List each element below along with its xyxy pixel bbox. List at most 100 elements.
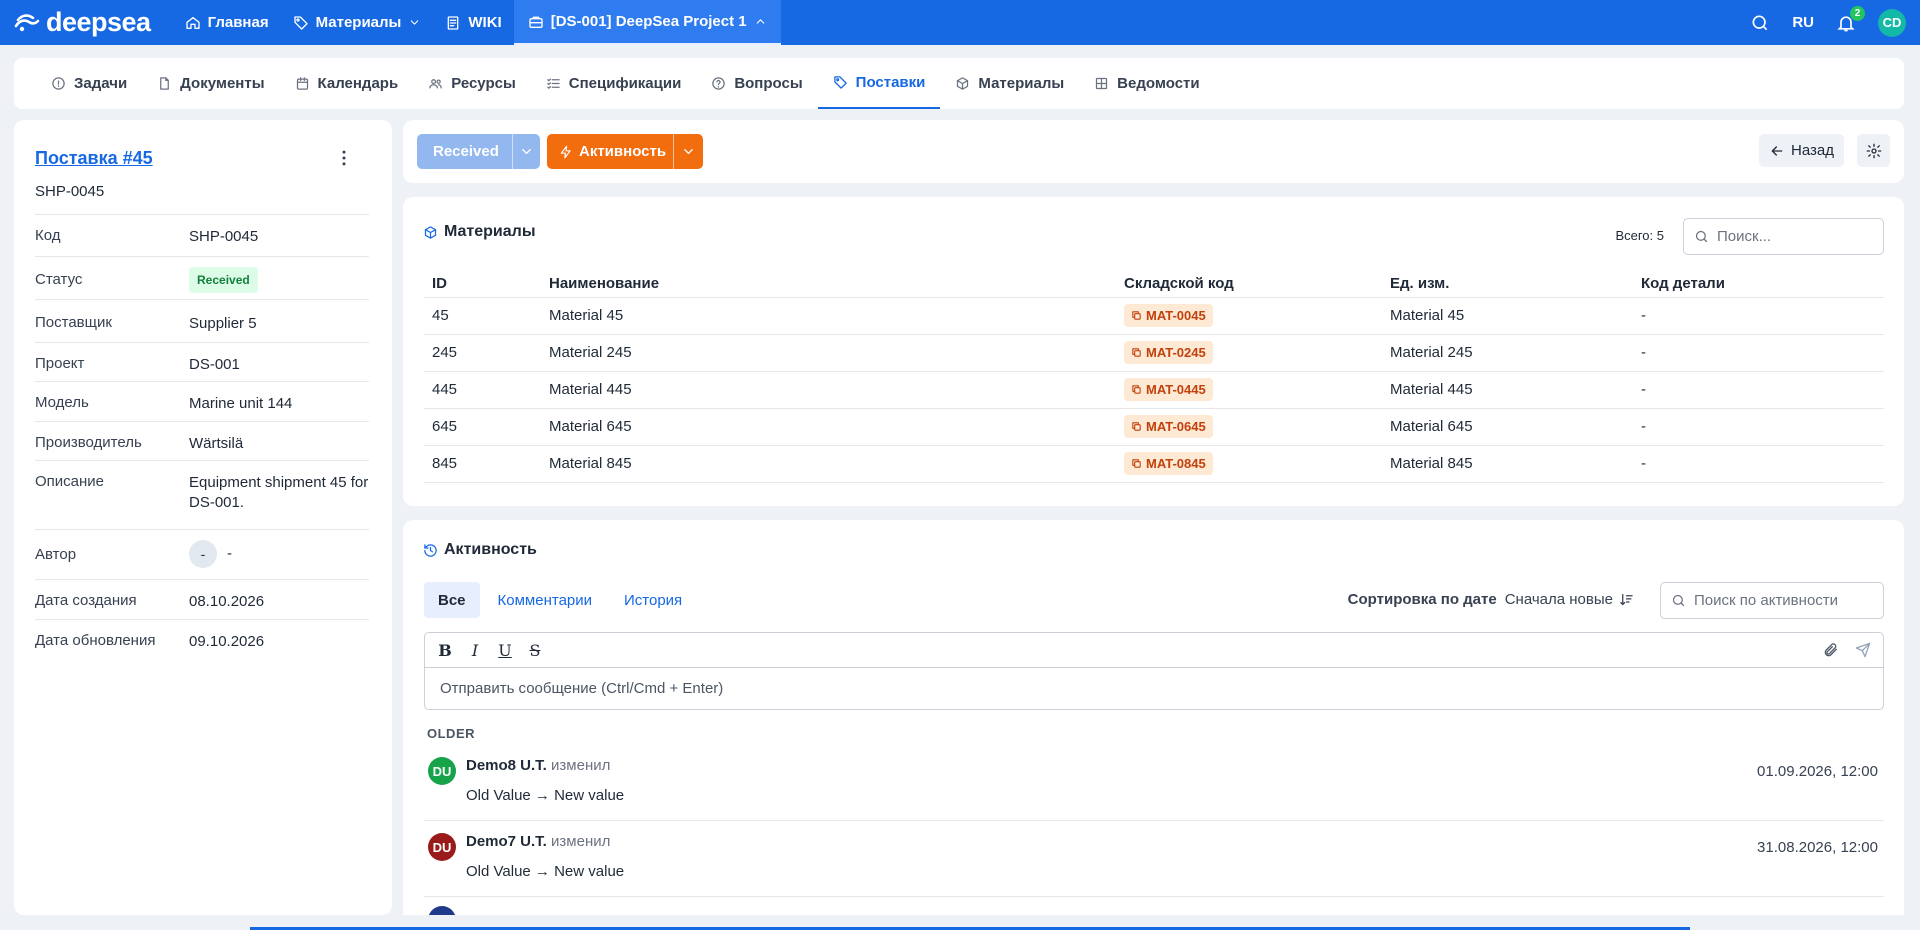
stock-code-chip[interactable]: MAT-0245 bbox=[1124, 341, 1213, 364]
cell-name: Material 845 bbox=[541, 445, 1116, 483]
home-icon bbox=[185, 16, 200, 29]
stock-code-chip[interactable]: MAT-0445 bbox=[1124, 378, 1213, 401]
activity-dropdown-button[interactable]: Активность bbox=[547, 134, 703, 169]
prop-row-manufacturer: Производитель Wärtsilä bbox=[35, 421, 369, 460]
entry-date: 31.08.2026, 12:00 bbox=[1757, 839, 1878, 856]
prop-row-updated: Дата обновления 09.10.2026 bbox=[35, 619, 369, 659]
table-row[interactable]: 845 Material 845 MAT-0845 Material 845 - bbox=[424, 445, 1884, 483]
italic-icon[interactable]: I bbox=[467, 641, 483, 660]
column-header[interactable]: Складской код bbox=[1116, 271, 1382, 298]
activity-tab-history[interactable]: История bbox=[610, 582, 696, 618]
users-icon bbox=[429, 79, 442, 89]
file-icon bbox=[160, 77, 170, 90]
strikethrough-icon[interactable]: S bbox=[527, 641, 543, 660]
brand-logo[interactable]: deepsea bbox=[14, 7, 151, 38]
shipment-details-panel: Поставка #45 SHP-0045 Код SHP-0045 Стату… bbox=[14, 120, 392, 915]
activity-search-placeholder: Поиск по активности bbox=[1694, 592, 1839, 609]
activity-tab-all[interactable]: Все bbox=[424, 582, 480, 618]
stock-code: MAT-0245 bbox=[1146, 345, 1206, 360]
search-icon bbox=[1672, 594, 1685, 607]
document-icon bbox=[448, 15, 459, 30]
activity-entry: DU Demo8 U.T. изменил Old Value → New va… bbox=[424, 745, 1884, 821]
shipment-title[interactable]: Поставка #45 bbox=[35, 148, 153, 169]
alert-circle-icon bbox=[52, 77, 65, 90]
box-icon bbox=[424, 225, 437, 239]
tab-tasks[interactable]: Задачи bbox=[36, 58, 142, 109]
table-row[interactable]: 445 Material 445 MAT-0445 Material 445 - bbox=[424, 371, 1884, 409]
notifications[interactable]: 2 bbox=[1836, 5, 1865, 33]
table-row[interactable]: 245 Material 245 MAT-0245 Material 245 - bbox=[424, 334, 1884, 372]
nav-materials[interactable]: Материалы bbox=[281, 0, 434, 45]
tab-label: Вопросы bbox=[734, 75, 803, 92]
prop-row-author: Автор -- bbox=[35, 529, 369, 579]
bold-icon[interactable]: B bbox=[437, 641, 453, 660]
stock-code-chip[interactable]: MAT-0845 bbox=[1124, 452, 1213, 475]
more-vertical-icon[interactable] bbox=[334, 148, 354, 168]
tag-icon bbox=[833, 76, 847, 89]
paperclip-icon[interactable] bbox=[1823, 642, 1839, 658]
tab-documents[interactable]: Документы bbox=[142, 58, 279, 109]
activity-tab-comments[interactable]: Комментарии bbox=[484, 582, 606, 618]
tab-sheets[interactable]: Ведомости bbox=[1079, 58, 1214, 109]
search-icon bbox=[1695, 230, 1708, 243]
language-switcher[interactable]: RU bbox=[1792, 14, 1814, 31]
prop-value: Marine unit 144 bbox=[189, 395, 293, 412]
column-header[interactable]: Наименование bbox=[541, 271, 1116, 298]
prop-key: Поставщик bbox=[35, 314, 112, 331]
activity-search[interactable]: Поиск по активности bbox=[1660, 582, 1884, 619]
action-bar: Received Активность Назад bbox=[403, 120, 1904, 183]
sort-label: Сортировка по дате bbox=[1347, 591, 1497, 608]
comment-editor: B I U S Отправить сообщение (Ctrl/Cmd + … bbox=[424, 632, 1884, 710]
nav-wiki[interactable]: WIKI bbox=[433, 0, 513, 45]
prop-key: Код bbox=[35, 227, 61, 244]
cell-id: 445 bbox=[424, 371, 541, 409]
stock-code: MAT-0445 bbox=[1146, 382, 1206, 397]
copy-icon bbox=[1132, 311, 1141, 320]
settings-button[interactable] bbox=[1857, 134, 1890, 167]
entry-user[interactable]: Demo7 U.T. bbox=[466, 833, 547, 850]
materials-panel: Материалы Всего: 5 Поиск... ID Наименова… bbox=[403, 197, 1904, 506]
project-tabs: Задачи Документы Календарь Ресурсы Специ… bbox=[14, 58, 1904, 109]
materials-title: Материалы bbox=[444, 223, 536, 240]
cell-id: 45 bbox=[424, 297, 541, 335]
user-avatar[interactable]: CD bbox=[1878, 8, 1906, 37]
table-row[interactable]: 645 Material 645 MAT-0645 Material 645 - bbox=[424, 408, 1884, 446]
nav-project[interactable]: [DS-001] DeepSea Project 1 bbox=[513, 0, 781, 45]
nav-home[interactable]: Главная bbox=[173, 0, 281, 45]
underline-icon[interactable]: U bbox=[497, 641, 513, 660]
nav-project-label: [DS-001] DeepSea Project 1 bbox=[550, 13, 747, 30]
back-button[interactable]: Назад bbox=[1759, 134, 1844, 167]
stock-code: MAT-0045 bbox=[1146, 308, 1206, 323]
stock-code-chip[interactable]: MAT-0645 bbox=[1124, 415, 1213, 438]
tab-specifications[interactable]: Спецификации bbox=[531, 58, 697, 109]
tab-materials[interactable]: Материалы bbox=[940, 58, 1079, 109]
search-icon[interactable] bbox=[1750, 13, 1770, 33]
column-header[interactable]: Ед. изм. bbox=[1382, 271, 1633, 298]
tab-resources[interactable]: Ресурсы bbox=[413, 58, 531, 109]
top-right-controls: RU 2 CD bbox=[1750, 5, 1906, 37]
tab-label: Ведомости bbox=[1117, 75, 1200, 92]
tab-calendar[interactable]: Календарь bbox=[280, 58, 414, 109]
send-icon[interactable] bbox=[1855, 642, 1871, 658]
materials-search[interactable]: Поиск... bbox=[1683, 218, 1884, 255]
prop-row-created: Дата создания 08.10.2026 bbox=[35, 579, 369, 619]
cell-unit: Material 245 bbox=[1382, 334, 1633, 372]
column-header[interactable]: ID bbox=[424, 271, 541, 298]
cell-name: Material 245 bbox=[541, 334, 1116, 372]
tab-questions[interactable]: Вопросы bbox=[696, 58, 817, 109]
history-icon bbox=[424, 543, 437, 557]
tab-shipments[interactable]: Поставки bbox=[817, 58, 941, 109]
stock-code-chip[interactable]: MAT-0045 bbox=[1124, 304, 1213, 327]
status-dropdown-button[interactable]: Received bbox=[417, 134, 540, 169]
message-input[interactable]: Отправить сообщение (Ctrl/Cmd + Enter) bbox=[425, 668, 1883, 709]
activity-filter-tabs: Все Комментарии История bbox=[424, 582, 696, 618]
status-dropdown-toggle[interactable] bbox=[512, 134, 540, 169]
table-row[interactable]: 45 Material 45 MAT-0045 Material 45 - bbox=[424, 297, 1884, 335]
tab-label: Календарь bbox=[317, 75, 399, 92]
sort-toggle[interactable]: Сначала новые bbox=[1505, 591, 1634, 608]
activity-dropdown-toggle[interactable] bbox=[673, 134, 703, 169]
box-icon bbox=[957, 77, 969, 90]
column-header[interactable]: Код детали bbox=[1633, 271, 1884, 298]
sort-descending-icon bbox=[1620, 593, 1633, 606]
entry-user[interactable]: Demo8 U.T. bbox=[466, 757, 547, 774]
